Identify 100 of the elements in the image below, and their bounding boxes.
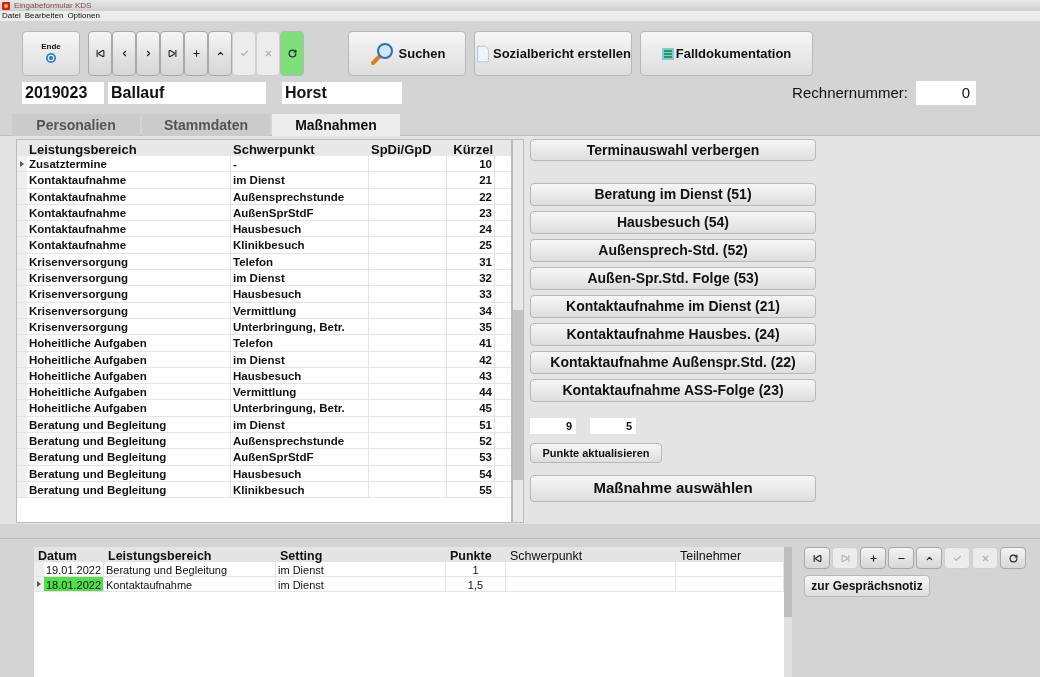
table-cell: Kontaktaufnahme — [27, 237, 231, 253]
conversation-note-button[interactable]: zur Gesprächsnotiz — [804, 575, 930, 597]
quick-select-button[interactable]: Beratung im Dienst (51) — [530, 183, 816, 206]
nav-button[interactable] — [160, 31, 184, 76]
menu-item[interactable]: Bearbeiten — [24, 12, 64, 20]
quick-select-button[interactable]: Kontaktaufnahme Hausbes. (24) — [530, 323, 816, 346]
nav-button[interactable] — [860, 547, 886, 569]
table-cell: 54 — [447, 465, 495, 481]
quick-select-button[interactable]: Kontaktaufnahme ASS-Folge (23) — [530, 379, 816, 402]
table-cell: 10 — [447, 156, 495, 172]
scrollbar[interactable] — [512, 139, 524, 523]
hide-appointments-button[interactable]: Terminauswahl verbergen — [530, 139, 816, 161]
computer-number-field[interactable]: 0 — [916, 81, 976, 105]
table-cell: 55 — [447, 481, 495, 498]
table-cell: 33 — [447, 286, 495, 302]
nav-button[interactable] — [804, 547, 830, 569]
first-record-icon — [95, 49, 105, 58]
last-record-icon — [167, 49, 177, 58]
app-logo-icon — [2, 1, 10, 10]
table-cell: Krisenversorgung — [27, 270, 231, 286]
computer-number-label: Rechnernummer: — [792, 82, 908, 103]
table-cell: 22 — [447, 188, 495, 204]
tab[interactable]: Maßnahmen — [272, 114, 400, 136]
menu-item[interactable]: Optionen — [67, 12, 100, 20]
case-documentation-button[interactable]: Falldokumentation — [640, 31, 813, 76]
table-cell: Hausbesuch — [231, 221, 369, 237]
table-cell: Krisenversorgung — [27, 286, 231, 302]
table-cell: Beratung und Begleitung — [104, 562, 276, 576]
table-cell: Telefon — [231, 253, 369, 270]
exit-button[interactable]: Ende — [22, 31, 80, 76]
column-header: Datum — [37, 548, 78, 562]
column-header: Kürzel — [452, 141, 494, 156]
column-header: Punkte — [449, 548, 493, 562]
window-title: Eingabeformular KDS — [14, 1, 92, 10]
column-header: Setting — [279, 548, 324, 562]
scrollbar[interactable] — [784, 547, 792, 677]
table-cell: 1 — [446, 562, 506, 576]
social-report-button[interactable]: Sozialbericht erstellen — [474, 31, 632, 76]
table-cell: Beratung und Begleitung — [27, 481, 231, 498]
table-cell: Hoheitliche Aufgaben — [27, 367, 231, 384]
tab[interactable]: Personalien — [12, 114, 140, 136]
table-cell: Klinikbesuch — [231, 237, 369, 253]
table-cell: Krisenversorgung — [27, 302, 231, 318]
current-row-icon — [37, 581, 41, 587]
select-measure-button[interactable]: Maßnahme auswählen — [530, 475, 816, 502]
points-field[interactable]: 9 — [530, 418, 576, 434]
quick-select-button[interactable]: Hausbesuch (54) — [530, 211, 816, 234]
close-icon — [980, 553, 990, 563]
table-cell: Kontaktaufnahme — [27, 188, 231, 204]
table-cell: Hausbesuch — [231, 286, 369, 302]
points-field[interactable]: 5 — [590, 418, 636, 434]
table-cell: Kontaktaufnahme — [27, 172, 231, 188]
magnifier-icon — [368, 40, 395, 67]
update-points-button[interactable]: Punkte aktualisieren — [530, 443, 662, 463]
table-cell: Beratung und Begleitung — [27, 416, 231, 433]
table-cell: 51 — [447, 416, 495, 433]
refresh-icon — [287, 49, 297, 58]
nav-button[interactable] — [88, 31, 112, 76]
table-cell: Hausbesuch — [231, 465, 369, 481]
refresh-icon — [1008, 553, 1018, 563]
table-cell: Klinikbesuch — [231, 481, 369, 498]
table-cell: 44 — [447, 384, 495, 400]
table-cell: Vermittlung — [231, 302, 369, 318]
table-cell: Beratung und Begleitung — [27, 449, 231, 465]
table-cell: im Dienst — [276, 562, 446, 576]
search-button[interactable]: Suchen — [348, 31, 466, 76]
quick-select-button[interactable]: Außen-Spr.Std. Folge (53) — [530, 267, 816, 290]
table-cell: Hoheitliche Aufgaben — [27, 384, 231, 400]
table-cell: 32 — [447, 270, 495, 286]
case-id-field[interactable]: 2019023 — [22, 82, 104, 104]
table-cell: Außensprechstunde — [231, 433, 369, 449]
table-cell: Hoheitliche Aufgaben — [27, 351, 231, 367]
table-cell: Beratung und Begleitung — [27, 465, 231, 481]
column-header: Leistungsbereich — [28, 141, 138, 156]
nav-button[interactable] — [1000, 547, 1026, 569]
table-cell: 34 — [447, 302, 495, 318]
quick-select-button[interactable]: Kontaktaufnahme Außenspr.Std. (22) — [530, 351, 816, 374]
table-cell: Hausbesuch — [231, 367, 369, 384]
table-cell: 53 — [447, 449, 495, 465]
checkmark-icon — [239, 49, 249, 58]
tab[interactable]: Stammdaten — [142, 114, 270, 136]
last-name-field[interactable]: Ballauf — [108, 82, 266, 104]
row-header[interactable] — [34, 577, 44, 591]
table-cell: - — [231, 156, 369, 172]
close-icon — [263, 49, 273, 58]
table-cell: 19.01.2022 — [44, 562, 104, 576]
first-record-icon — [812, 553, 822, 563]
caret-up-icon — [215, 49, 225, 58]
list-icon — [661, 47, 674, 60]
table-cell: Kontaktaufnahme — [27, 221, 231, 237]
quick-select-button[interactable]: Kontaktaufnahme im Dienst (21) — [530, 295, 816, 318]
table-cell: Hoheitliche Aufgaben — [27, 400, 231, 416]
table-cell: Vermittlung — [231, 384, 369, 400]
last-record-icon — [840, 553, 850, 563]
row-header[interactable] — [17, 156, 27, 172]
quick-select-button[interactable]: Außensprech-Std. (52) — [530, 239, 816, 262]
menu-item[interactable]: Datei — [2, 12, 21, 20]
table-cell: 42 — [447, 351, 495, 367]
table-cell: 43 — [447, 367, 495, 384]
first-name-field[interactable]: Horst — [282, 82, 402, 104]
